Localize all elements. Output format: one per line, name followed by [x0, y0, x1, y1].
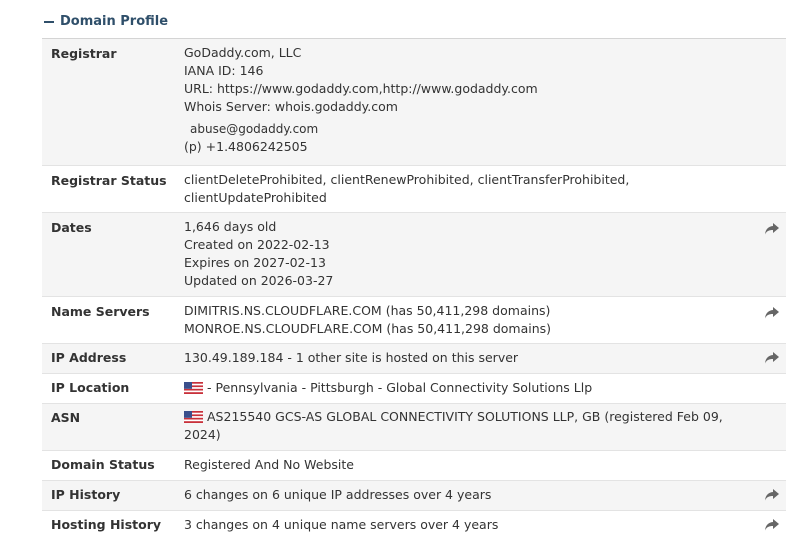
- hosting-history-label: Hosting History: [51, 517, 162, 532]
- dates-age: 1,646 days old: [184, 219, 277, 234]
- registrar-url: URL: https://www.godaddy.com,http://www.…: [184, 81, 538, 96]
- registrar-status-line1: clientDeleteProhibited, clientRenewProhi…: [184, 172, 630, 187]
- registrar-status-label: Registrar Status: [51, 173, 167, 188]
- domain-status-label: Domain Status: [51, 457, 155, 472]
- row-ip-history: IP History 6 changes on 6 unique IP addr…: [42, 481, 786, 511]
- domain-profile-table: Registrar GoDaddy.com, LLC IANA ID: 146 …: [42, 38, 786, 540]
- dates-updated: Updated on 2026-03-27: [184, 273, 334, 288]
- registrar-status-value: clientDeleteProhibited, clientRenewProhi…: [184, 171, 629, 207]
- share-arrow-icon[interactable]: [764, 518, 780, 532]
- ip-history-value: 6 changes on 6 unique IP addresses over …: [184, 487, 492, 502]
- row-hosting-history: Hosting History 3 changes on 4 unique na…: [42, 511, 786, 540]
- asn-line1: AS215540 GCS-AS GLOBAL CONNECTIVITY SOLU…: [207, 409, 723, 424]
- dates-expires: Expires on 2027-02-13: [184, 255, 326, 270]
- share-arrow-icon[interactable]: [764, 351, 780, 365]
- registrar-whois: Whois Server: whois.godaddy.com: [184, 99, 398, 114]
- share-arrow-icon[interactable]: [764, 488, 780, 502]
- row-asn: ASN AS215540 GCS-AS GLOBAL CONNECTIVITY …: [42, 404, 786, 451]
- domain-profile-panel: Domain Profile Registrar GoDaddy.com, LL…: [0, 0, 800, 541]
- row-registrar-status: Registrar Status clientDeleteProhibited,…: [42, 166, 786, 213]
- ip-location-text: - Pennsylvania - Pittsburgh - Global Con…: [207, 380, 593, 395]
- domain-status-value: Registered And No Website: [184, 457, 354, 472]
- domain-profile-toggle[interactable]: Domain Profile: [44, 14, 168, 29]
- name-server-2: MONROE.NS.CLOUDFLARE.COM (has 50,411,298…: [184, 321, 552, 336]
- ip-location-value: - Pennsylvania - Pittsburgh - Global Con…: [184, 379, 592, 397]
- dates-value: 1,646 days old Created on 2022-02-13 Exp…: [184, 218, 333, 290]
- registrar-label: Registrar: [51, 46, 117, 61]
- minus-icon: [44, 20, 54, 23]
- ip-history-label: IP History: [51, 487, 121, 502]
- dates-created: Created on 2022-02-13: [184, 237, 330, 252]
- name-servers-label: Name Servers: [51, 304, 150, 319]
- row-registrar: Registrar GoDaddy.com, LLC IANA ID: 146 …: [42, 39, 786, 166]
- row-ip-address: IP Address 130.49.189.184 - 1 other site…: [42, 344, 786, 374]
- row-dates: Dates 1,646 days old Created on 2022-02-…: [42, 213, 786, 297]
- asn-line2: 2024): [184, 427, 221, 442]
- row-domain-status: Domain Status Registered And No Website: [42, 451, 786, 481]
- registrar-name: GoDaddy.com, LLC: [184, 45, 302, 60]
- name-servers-value: DIMITRIS.NS.CLOUDFLARE.COM (has 50,411,2…: [184, 302, 551, 338]
- registrar-email: abuse@godaddy.com: [190, 122, 319, 136]
- asn-value: AS215540 GCS-AS GLOBAL CONNECTIVITY SOLU…: [184, 408, 723, 444]
- row-ip-location: IP Location - Pennsylvania - Pittsburgh …: [42, 374, 786, 404]
- ip-location-label: IP Location: [51, 380, 130, 395]
- ip-address-label: IP Address: [51, 350, 127, 365]
- registrar-status-line2: clientUpdateProhibited: [184, 190, 327, 205]
- dates-label: Dates: [51, 220, 92, 235]
- share-arrow-icon[interactable]: [764, 306, 780, 320]
- registrar-iana: IANA ID: 146: [184, 63, 264, 78]
- registrar-phone: (p) +1.4806242505: [184, 139, 308, 154]
- name-server-1: DIMITRIS.NS.CLOUDFLARE.COM (has 50,411,2…: [184, 303, 551, 318]
- registrar-value: GoDaddy.com, LLC IANA ID: 146 URL: https…: [184, 44, 538, 156]
- ip-address-value: 130.49.189.184 - 1 other site is hosted …: [184, 350, 519, 365]
- us-flag-icon: [184, 382, 203, 394]
- share-arrow-icon[interactable]: [764, 222, 780, 236]
- asn-label: ASN: [51, 410, 81, 425]
- section-title: Domain Profile: [60, 14, 169, 29]
- us-flag-icon: [184, 411, 203, 423]
- hosting-history-value: 3 changes on 4 unique name servers over …: [184, 517, 499, 532]
- row-name-servers: Name Servers DIMITRIS.NS.CLOUDFLARE.COM …: [42, 297, 786, 344]
